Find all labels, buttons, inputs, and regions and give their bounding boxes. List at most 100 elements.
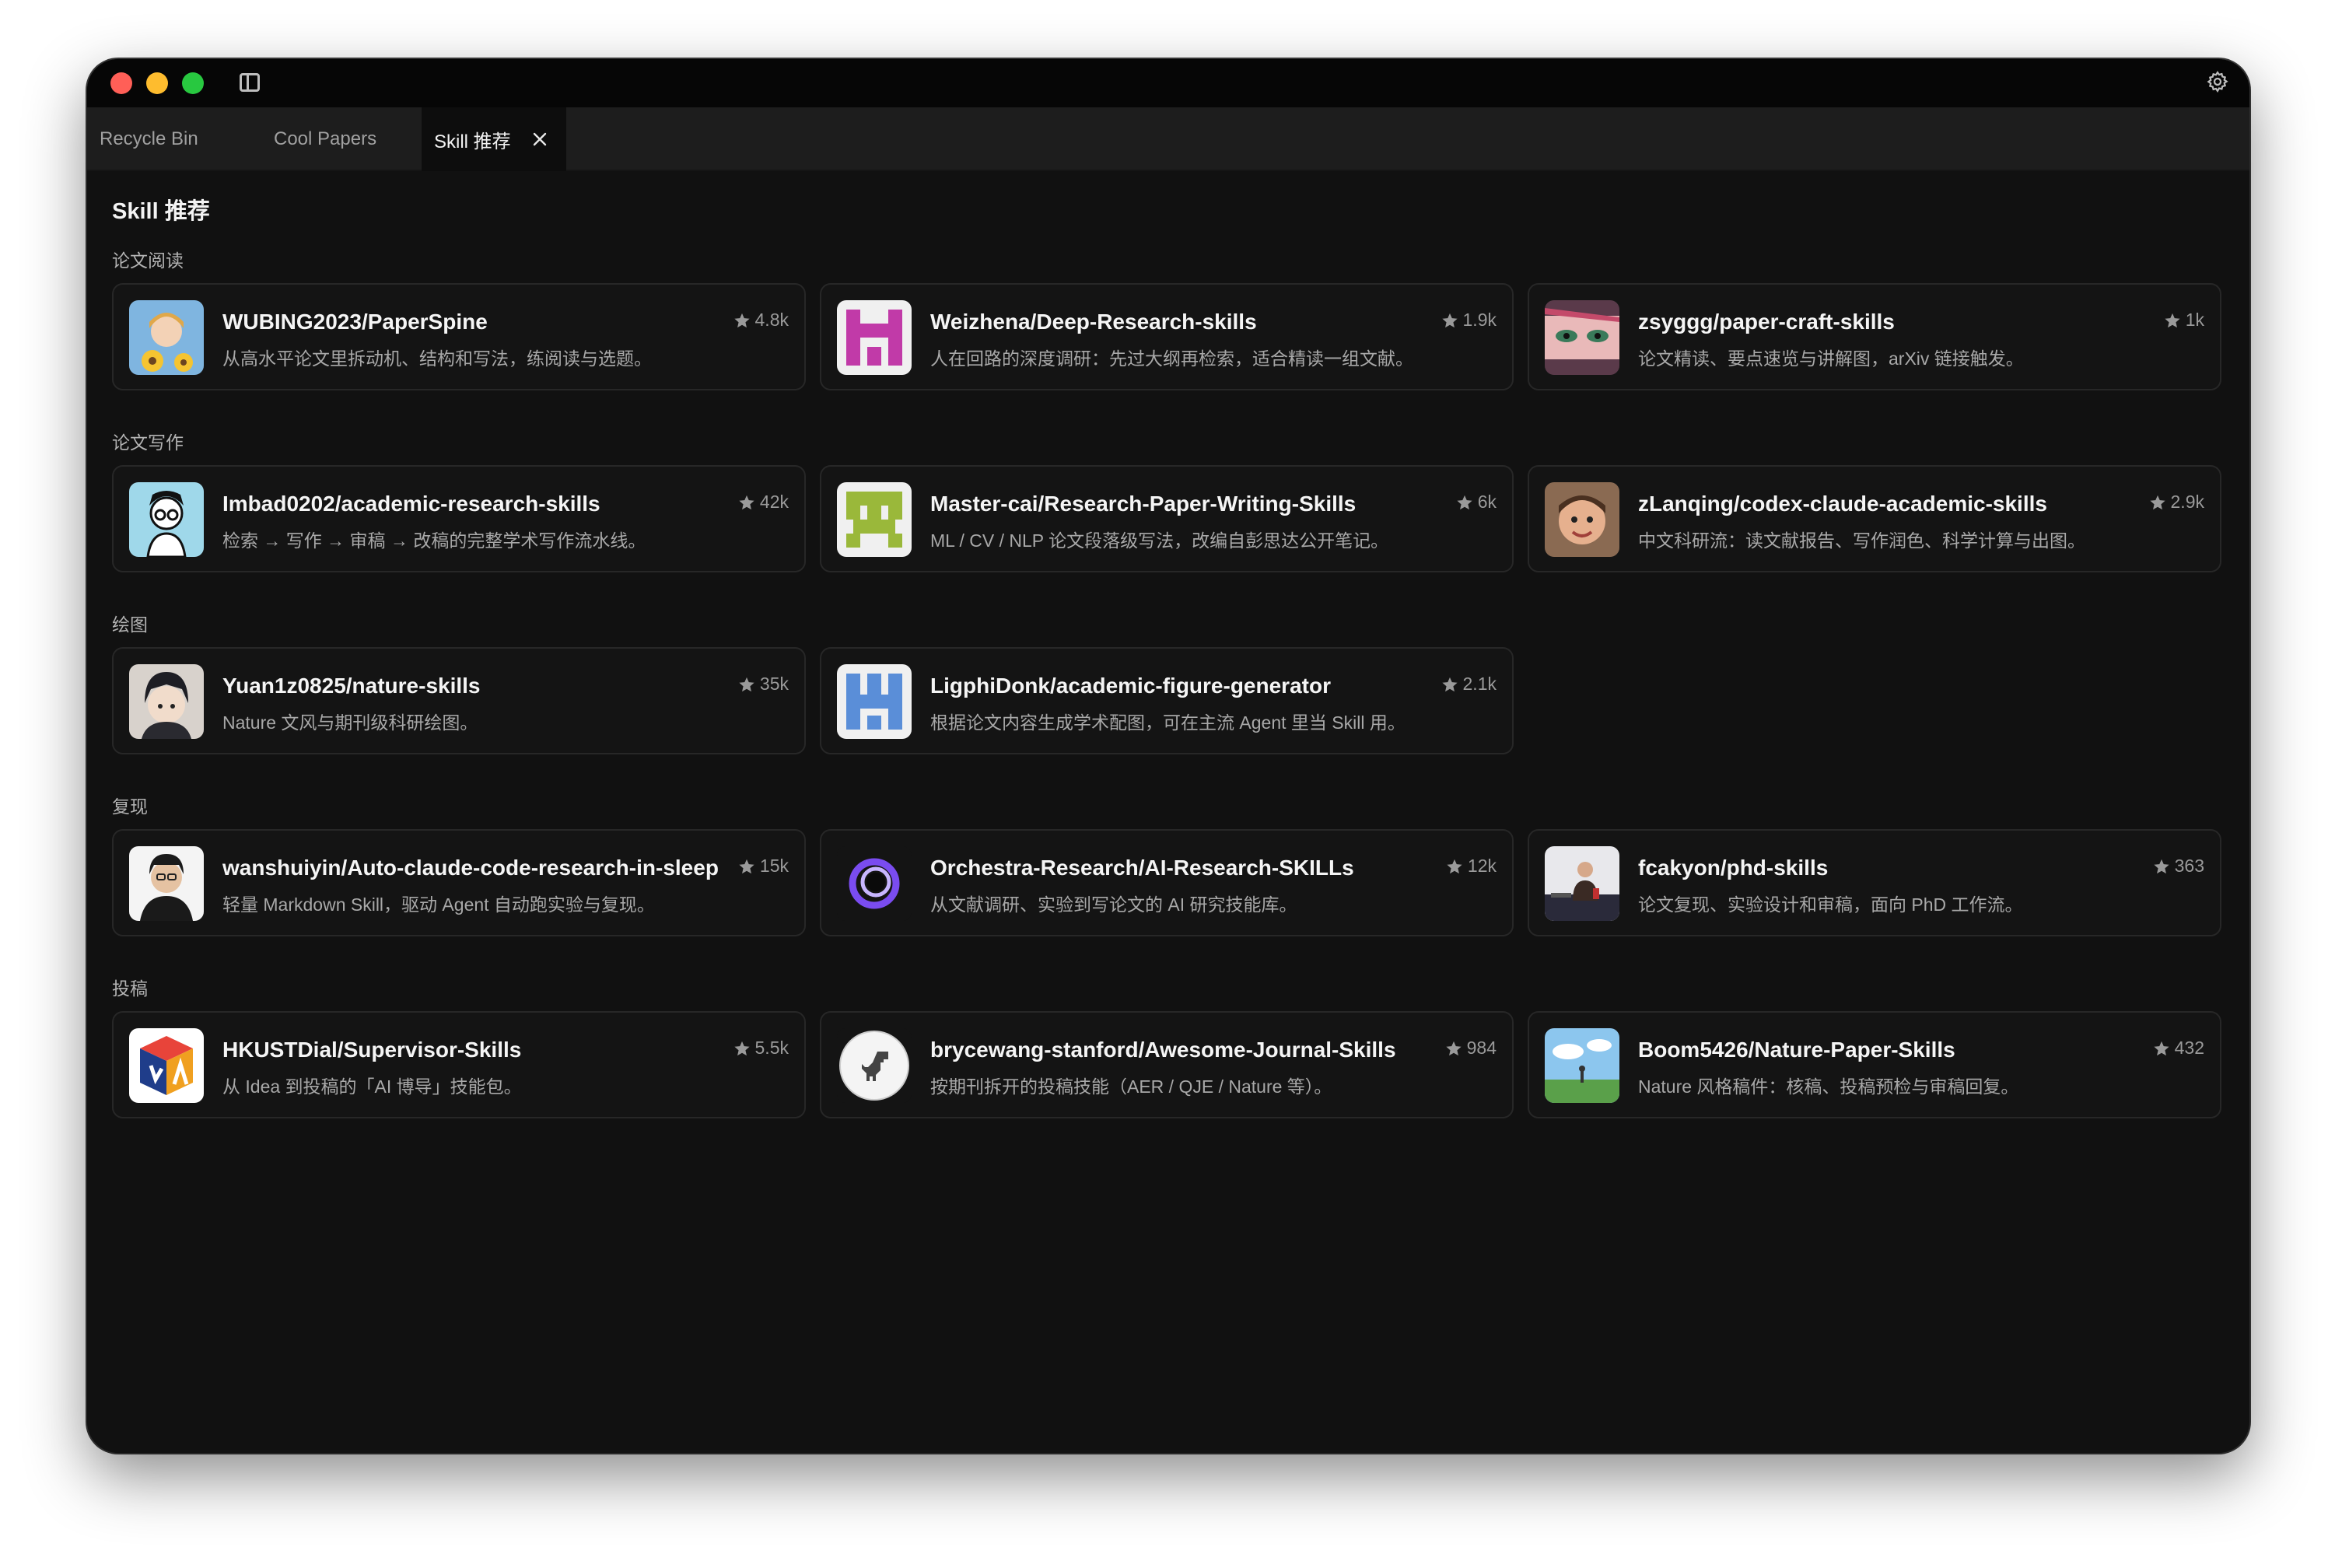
skill-title: Weizhena/Deep-Research-skills — [930, 310, 1257, 334]
star-icon — [1441, 313, 1458, 327]
skill-card[interactable]: Boom5426/Nature-Paper-Skills Nature 风格稿件… — [1528, 1011, 2221, 1118]
star-count: 12k — [1446, 856, 1497, 877]
star-count: 363 — [2153, 856, 2204, 877]
purple-ring-logo-avatar — [837, 846, 912, 921]
skill-card[interactable]: WUBING2023/PaperSpine 从高水平论文里拆动机、结构和写法，练… — [112, 283, 806, 390]
skill-card[interactable]: zLanqing/codex-claude-academic-skills 中文… — [1528, 465, 2221, 572]
star-icon — [1447, 859, 1462, 873]
skill-card[interactable]: zsyggg/paper-craft-skills 论文精读、要点速览与讲解图，… — [1528, 283, 2221, 390]
star-count-value: 1.9k — [1462, 310, 1497, 330]
skill-description: 从高水平论文里拆动机、结构和写法，练阅读与选题。 — [222, 348, 652, 369]
star-icon — [2154, 859, 2169, 873]
star-count-value: 984 — [1466, 1038, 1497, 1058]
tab-recycle-bin[interactable]: Recycle Bin — [100, 107, 255, 171]
anime-girl-sunflower-avatar — [129, 300, 204, 375]
star-count-value: 42k — [759, 492, 789, 512]
skill-description: Nature 文风与期刊级科研绘图。 — [222, 712, 478, 733]
app-window: Recycle Bin Cool Papers Skill 推荐 Skill 推… — [87, 59, 2249, 1453]
skill-description: ML / CV / NLP 论文段落级写法，改编自彭思达公开笔记。 — [930, 530, 1389, 551]
tab-skill-recommend[interactable]: Skill 推荐 — [422, 107, 566, 171]
sidebar-toggle-icon[interactable] — [240, 73, 260, 92]
star-count: 42k — [738, 492, 789, 513]
skill-title: zsyggg/paper-craft-skills — [1638, 310, 1895, 334]
skill-description: 按期刊拆开的投稿技能（AER / QJE / Nature 等）。 — [930, 1076, 1332, 1097]
skill-card[interactable]: Master-cai/Research-Paper-Writing-Skills… — [820, 465, 1514, 572]
speaker-photo-avatar — [1545, 846, 1619, 921]
skill-card[interactable]: Weizhena/Deep-Research-skills 人在回路的深度调研：… — [820, 283, 1514, 390]
gear-icon[interactable] — [2206, 70, 2229, 93]
skill-description: 检索 → 写作 → 审稿 → 改稿的完整学术写作流水线。 — [222, 530, 646, 551]
sky-landscape-avatar — [1545, 1028, 1619, 1103]
skill-description: 论文精读、要点速览与讲解图，arXiv 链接触发。 — [1638, 348, 2024, 369]
tab-cool-papers[interactable]: Cool Papers — [264, 107, 420, 171]
skill-card[interactable]: HKUSTDial/Supervisor-Skills 从 Idea 到投稿的「… — [112, 1011, 806, 1118]
star-count: 6k — [1456, 492, 1497, 513]
star-count-value: 5.5k — [754, 1038, 789, 1058]
maximize-window-button[interactable] — [182, 72, 204, 94]
skill-description: 根据论文内容生成学术配图，可在主流 Agent 里当 Skill 用。 — [930, 712, 1406, 733]
skill-description: 轻量 Markdown Skill，驱动 Agent 自动跑实验与复现。 — [222, 894, 655, 915]
cartoon-scholar-avatar — [129, 482, 204, 557]
star-icon — [1441, 677, 1458, 691]
star-icon — [739, 677, 754, 691]
skill-title: brycewang-stanford/Awesome-Journal-Skill… — [930, 1038, 1396, 1062]
section-label: 复现 — [112, 796, 148, 817]
blue-identicon-avatar — [837, 664, 912, 739]
skill-title: fcakyon/phd-skills — [1638, 856, 1829, 880]
tab-bar: Recycle Bin Cool Papers Skill 推荐 — [87, 107, 2249, 171]
star-count: 1.9k — [1441, 310, 1497, 331]
skill-title: HKUSTDial/Supervisor-Skills — [222, 1038, 522, 1062]
skill-title: Boom5426/Nature-Paper-Skills — [1638, 1038, 1955, 1062]
skill-title: zLanqing/codex-claude-academic-skills — [1638, 492, 2047, 516]
star-count: 4.8k — [733, 310, 789, 331]
skill-card[interactable]: brycewang-stanford/Awesome-Journal-Skill… — [820, 1011, 1514, 1118]
star-count: 984 — [1445, 1038, 1497, 1059]
section-label: 投稿 — [112, 978, 148, 999]
section-label: 论文写作 — [112, 432, 184, 453]
star-count-value: 4.8k — [754, 310, 789, 330]
colorful-cube-logo-avatar — [129, 1028, 204, 1103]
star-count: 2.9k — [2149, 492, 2204, 513]
star-icon — [739, 859, 754, 873]
close-icon[interactable] — [530, 130, 549, 149]
man-portrait-avatar — [129, 846, 204, 921]
star-count-value: 2.9k — [2170, 492, 2204, 512]
green-identicon-avatar — [837, 482, 912, 557]
star-icon — [1457, 495, 1472, 509]
skill-card[interactable]: Orchestra-Research/AI-Research-SKILLs 从文… — [820, 829, 1514, 936]
star-count: 432 — [2153, 1038, 2204, 1059]
star-count: 1k — [2164, 310, 2204, 331]
star-icon — [739, 495, 754, 509]
close-window-button[interactable] — [110, 72, 132, 94]
skill-title: Yuan1z0825/nature-skills — [222, 674, 481, 698]
pink-identicon-avatar — [837, 300, 912, 375]
star-icon — [733, 1041, 750, 1055]
star-count: 2.1k — [1441, 674, 1497, 695]
skill-title: Orchestra-Research/AI-Research-SKILLs — [930, 856, 1354, 880]
section-label: 绘图 — [112, 614, 148, 635]
dinosaur-logo-avatar — [837, 1028, 912, 1103]
skill-card[interactable]: wanshuiyin/Auto-claude-code-research-in-… — [112, 829, 806, 936]
skill-card[interactable]: Imbad0202/academic-research-skills 检索 → … — [112, 465, 806, 572]
skill-card[interactable]: Yuan1z0825/nature-skills Nature 文风与期刊级科研… — [112, 647, 806, 754]
minimize-window-button[interactable] — [146, 72, 168, 94]
skill-title: Imbad0202/academic-research-skills — [222, 492, 600, 516]
star-count-value: 35k — [759, 674, 789, 694]
skill-title: LigphiDonk/academic-figure-generator — [930, 674, 1331, 698]
skill-title: WUBING2023/PaperSpine — [222, 310, 488, 334]
title-bar — [87, 59, 2249, 107]
star-count-value: 15k — [759, 856, 789, 876]
star-count-value: 432 — [2174, 1038, 2204, 1058]
star-icon — [733, 313, 750, 327]
star-count: 5.5k — [733, 1038, 789, 1059]
skill-description: 论文复现、实验设计和审稿，面向 PhD 工作流。 — [1638, 894, 2023, 915]
skill-description: 人在回路的深度调研：先过大纲再检索，适合精读一组文献。 — [930, 348, 1413, 369]
star-count: 15k — [738, 856, 789, 877]
skill-card[interactable]: fcakyon/phd-skills 论文复现、实验设计和审稿，面向 PhD 工… — [1528, 829, 2221, 936]
star-count-value: 1k — [2185, 310, 2204, 330]
star-icon — [2165, 313, 2180, 327]
tab-label: Skill 推荐 — [434, 131, 511, 152]
tab-label: Recycle Bin — [100, 128, 198, 149]
skill-card[interactable]: LigphiDonk/academic-figure-generator 根据论… — [820, 647, 1514, 754]
star-count-value: 12k — [1467, 856, 1497, 876]
